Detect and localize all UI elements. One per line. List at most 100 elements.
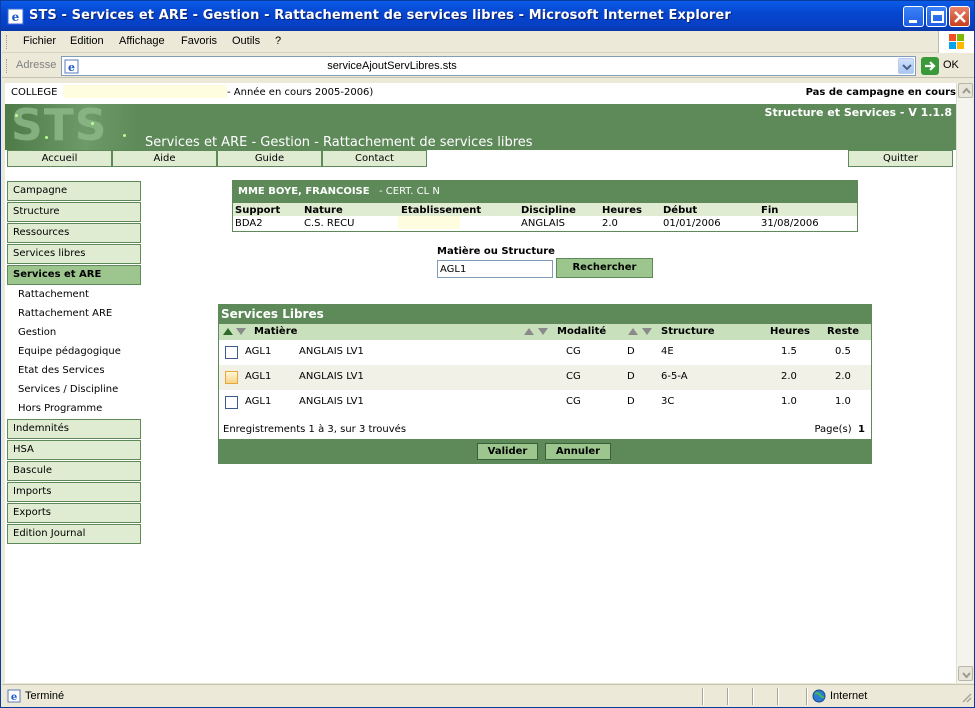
svg-text:e: e — [11, 692, 17, 703]
resize-grip-icon[interactable] — [960, 691, 972, 703]
row-reste: 2.0 — [835, 371, 851, 382]
go-label[interactable]: OK — [943, 59, 959, 71]
table-row: AGL1 ANGLAIS LV1 CG D 4E 1.5 0.5 — [219, 340, 871, 365]
vertical-scrollbar[interactable] — [956, 83, 973, 683]
address-label: Adresse — [16, 59, 57, 71]
page-done-icon: e — [7, 689, 21, 703]
address-input[interactable]: e serviceAjoutServLibres.sts — [61, 56, 916, 76]
sidebar-subitem-hors-programme[interactable]: Hors Programme — [18, 403, 102, 414]
address-bar: Adresse e serviceAjoutServLibres.sts OK — [2, 54, 974, 78]
sidebar-item-campagne[interactable]: Campagne — [7, 181, 141, 201]
menu-help[interactable]: ? — [275, 35, 281, 47]
cancel-button[interactable]: Annuler — [545, 443, 611, 460]
toolbar-grip — [6, 59, 8, 73]
sidebar-subitem-rattachement[interactable]: Rattachement — [18, 289, 89, 300]
row-type: D — [627, 396, 635, 407]
services-table-header: Matière Modalité Structure Heures Reste — [219, 324, 871, 340]
col-header-discipline: Discipline — [521, 205, 576, 216]
sidebar-item-services-are[interactable]: Services et ARE — [7, 265, 141, 285]
row-modalite: CG — [566, 371, 581, 382]
quit-button[interactable]: Quitter — [848, 150, 953, 167]
menu-bar: Fichier Edition Affichage Favoris Outils… — [2, 31, 974, 53]
col-header-nature: Nature — [304, 205, 343, 216]
sort-asc-icon[interactable] — [628, 328, 638, 335]
row-code: AGL1 — [245, 396, 272, 407]
minimize-icon — [909, 20, 917, 23]
col-header-heures: Heures — [770, 326, 810, 337]
address-dropdown-button[interactable] — [898, 58, 914, 74]
sort-asc-icon[interactable] — [524, 328, 534, 335]
sidebar-subitem-rattachement-are[interactable]: Rattachement ARE — [18, 308, 112, 319]
sidebar-item-services-libres[interactable]: Services libres — [7, 244, 141, 264]
person-panel: MME BOYE, FRANCOISE - CERT. CL N Support… — [232, 180, 858, 232]
menu-fichier[interactable]: Fichier — [23, 35, 56, 47]
status-separator — [806, 688, 808, 705]
services-libres-title: Services Libres — [219, 305, 871, 324]
nav-accueil[interactable]: Accueil — [7, 150, 112, 167]
col-header-modalite: Modalité — [557, 326, 607, 337]
sidebar-subitem-etat-services[interactable]: Etat des Services — [18, 365, 105, 376]
nav-aide[interactable]: Aide — [112, 150, 217, 167]
sort-desc-icon[interactable] — [642, 328, 652, 335]
school-year: - Année en cours 2005-2006) — [227, 87, 374, 98]
sidebar-subitem-gestion[interactable]: Gestion — [18, 327, 56, 338]
windows-flag-icon — [949, 34, 964, 49]
search-button[interactable]: Rechercher — [556, 258, 653, 278]
maximize-button[interactable] — [926, 6, 947, 27]
row-checkbox[interactable] — [225, 396, 238, 409]
sidebar-item-exports[interactable]: Exports — [7, 503, 141, 523]
validate-button[interactable]: Valider — [477, 443, 538, 460]
sidebar-item-indemnites[interactable]: Indemnités — [7, 419, 141, 439]
sidebar-item-ressources[interactable]: Ressources — [7, 223, 141, 243]
person-name: MME BOYE, FRANCOISE — [238, 186, 370, 197]
scroll-up-button[interactable] — [958, 83, 973, 98]
menu-edition[interactable]: Edition — [70, 35, 104, 47]
row-heures: 1.5 — [781, 346, 797, 357]
sidebar-item-hsa[interactable]: HSA — [7, 440, 141, 460]
action-bar: Valider Annuler — [219, 439, 871, 463]
row-checkbox[interactable] — [225, 371, 238, 384]
browser-window: e STS - Services et ARE - Gestion - Ratt… — [0, 0, 975, 708]
col-header-fin: Fin — [761, 205, 779, 216]
page-current[interactable]: 1 — [858, 424, 865, 435]
menu-affichage[interactable]: Affichage — [119, 35, 165, 47]
row-reste: 1.0 — [835, 396, 851, 407]
page-content: COLLEGE - Année en cours 2005-2006) Pas … — [5, 83, 956, 683]
sidebar-item-edition-journal[interactable]: Edition Journal — [7, 524, 141, 544]
nav-guide[interactable]: Guide — [217, 150, 322, 167]
go-button[interactable] — [921, 57, 939, 75]
row-code: AGL1 — [245, 371, 272, 382]
sort-asc-icon[interactable] — [223, 328, 233, 335]
person-nature: C.S. RECU — [304, 218, 355, 229]
redacted-college-name — [63, 85, 227, 98]
logo-dot — [15, 114, 18, 117]
minimize-button[interactable] — [903, 6, 924, 27]
sidebar-subitem-services-discipline[interactable]: Services / Discipline — [18, 384, 118, 395]
search-label: Matière ou Structure — [437, 246, 555, 257]
sort-desc-icon[interactable] — [236, 328, 246, 335]
sidebar-item-bascule[interactable]: Bascule — [7, 461, 141, 481]
menu-outils[interactable]: Outils — [232, 35, 260, 47]
col-header-matiere: Matière — [254, 326, 298, 337]
row-heures: 1.0 — [781, 396, 797, 407]
col-header-reste: Reste — [827, 326, 859, 337]
person-fin: 31/08/2006 — [761, 218, 819, 229]
sts-logo-text: STS — [11, 100, 108, 151]
toolbar-grip — [6, 35, 8, 49]
sidebar-item-structure[interactable]: Structure — [7, 202, 141, 222]
menu-favoris[interactable]: Favoris — [181, 35, 217, 47]
college-label: COLLEGE — [11, 87, 58, 98]
nav-contact[interactable]: Contact — [322, 150, 427, 167]
search-input[interactable]: AGL1 — [437, 260, 553, 278]
row-checkbox[interactable] — [225, 346, 238, 359]
window-title: STS - Services et ARE - Gestion - Rattac… — [29, 8, 731, 23]
person-debut: 01/01/2006 — [663, 218, 721, 229]
sidebar-subitem-equipe-pedagogique[interactable]: Equipe pédagogique — [18, 346, 121, 357]
sort-desc-icon[interactable] — [538, 328, 548, 335]
scroll-down-button[interactable] — [958, 666, 973, 681]
logo-dot — [91, 122, 94, 125]
close-button[interactable] — [949, 6, 970, 27]
top-nav: Accueil Aide Guide Contact Quitter — [5, 150, 956, 168]
sidebar-item-imports[interactable]: Imports — [7, 482, 141, 502]
ie-logo-icon: e — [7, 8, 24, 25]
